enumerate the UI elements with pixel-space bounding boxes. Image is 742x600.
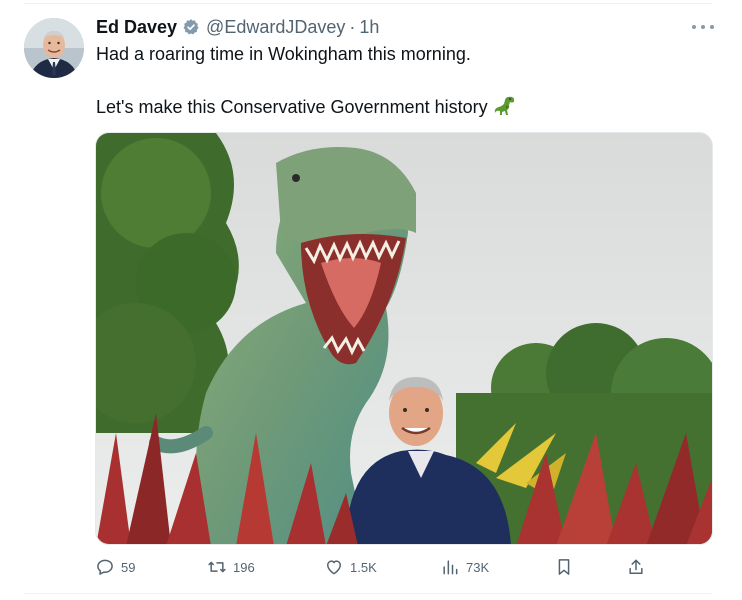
views-count: 73K (466, 559, 490, 575)
retweet-icon (208, 561, 226, 573)
more-options-icon[interactable] (692, 20, 714, 34)
tweet-header: Ed Davey @EdwardJDavey · 1h (96, 15, 379, 39)
reply-icon (97, 559, 113, 575)
tweet-text-line-2-content: Let's make this Conservative Government … (96, 97, 488, 117)
verified-badge-icon (182, 18, 200, 36)
tweet-photo[interactable] (95, 132, 713, 545)
tweet-text-line-2: Let's make this Conservative Government … (96, 96, 516, 118)
reply-button[interactable]: 59 (95, 555, 135, 579)
bookmark-icon (558, 559, 570, 575)
like-count: 1.5K (350, 559, 377, 575)
timestamp[interactable]: 1h (359, 17, 379, 38)
share-button[interactable] (626, 555, 646, 579)
like-button[interactable]: 1.5K (324, 555, 377, 579)
divider-top (24, 3, 712, 4)
reply-count: 59 (121, 559, 136, 575)
divider-bottom (24, 593, 712, 594)
t-rex-emoji-icon (494, 96, 516, 116)
retweet-button[interactable]: 196 (207, 555, 255, 579)
heart-icon (327, 560, 341, 575)
author-handle[interactable]: @EdwardJDavey (206, 17, 345, 38)
share-icon (629, 559, 643, 574)
tweet-actions: 59 196 1.5K 73K (95, 555, 713, 579)
bookmark-button[interactable] (554, 555, 574, 579)
author-name[interactable]: Ed Davey (96, 17, 177, 38)
separator-dot: · (349, 16, 356, 37)
avatar[interactable] (24, 18, 84, 78)
tweet-text-line-1: Had a roaring time in Wokingham this mor… (96, 44, 471, 64)
retweet-count: 196 (233, 559, 255, 575)
views-chart-icon (443, 560, 458, 575)
tweet[interactable]: Ed Davey @EdwardJDavey · 1h Had a roarin… (0, 0, 742, 600)
views-button[interactable]: 73K (440, 555, 489, 579)
